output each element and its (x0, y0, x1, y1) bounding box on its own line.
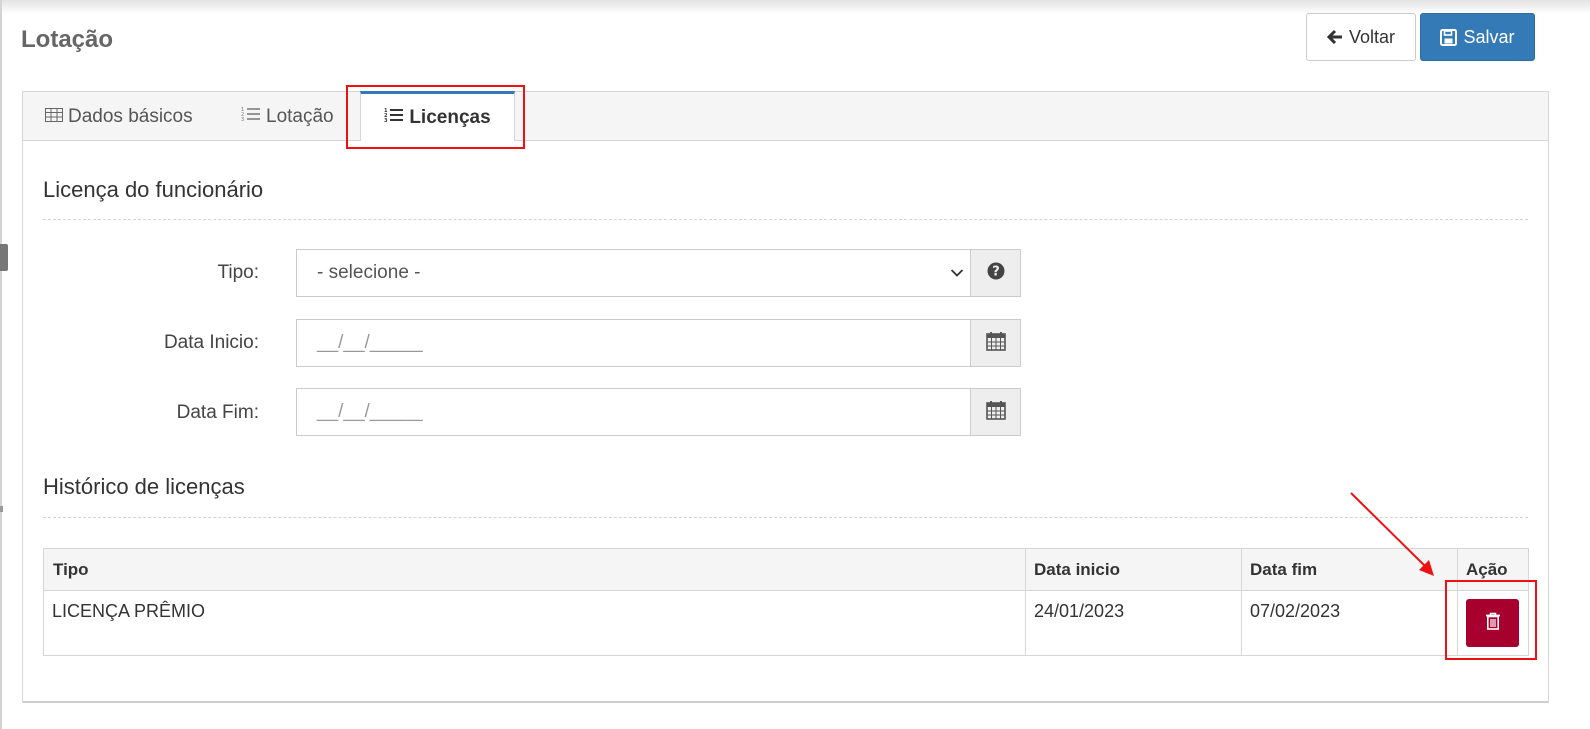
trash-icon (1485, 612, 1501, 635)
license-form-title: Licença do funcionário (43, 177, 264, 202)
question-circle-icon: ? (987, 262, 1005, 285)
data-fim-input[interactable]: __/__/_____ (296, 388, 971, 436)
svg-text:3: 3 (384, 118, 388, 123)
tab-lotacao[interactable]: 123 Lotação (241, 92, 334, 141)
floppy-disk-icon (1440, 28, 1458, 46)
delete-button[interactable] (1466, 599, 1519, 647)
calendar-icon (985, 400, 1006, 425)
history-title: Histórico de licenças (43, 474, 245, 499)
save-button-label: Salvar (1463, 26, 1515, 47)
column-header-data-inicio: Data inicio (1034, 560, 1120, 579)
left-marker (0, 506, 3, 512)
data-inicio-calendar-button[interactable] (970, 319, 1021, 367)
data-inicio-input[interactable]: __/__/_____ (296, 319, 971, 367)
calendar-icon (985, 331, 1006, 356)
column-header-acao: Ação (1466, 560, 1508, 579)
svg-text:3: 3 (241, 117, 244, 122)
section-divider (43, 517, 1528, 518)
table-icon (45, 106, 63, 128)
svg-text:?: ? (992, 264, 1000, 279)
tipo-select[interactable]: - selecione - (296, 249, 971, 297)
tipo-label: Tipo: (217, 262, 259, 283)
save-button[interactable]: Salvar (1420, 13, 1535, 61)
column-header-tipo: Tipo (53, 560, 89, 579)
section-divider (43, 219, 1528, 220)
list-ol-icon: 123 (241, 106, 261, 128)
tab-licencas[interactable]: 123 Licenças (360, 91, 515, 141)
list-ol-icon: 123 (384, 107, 404, 129)
tab-bar: Dados básicos 123 Lotação 123 Licenças (23, 91, 1548, 141)
left-border (0, 0, 2, 729)
data-inicio-mask: __/__/_____ (317, 332, 423, 353)
content-panel: Dados básicos 123 Lotação 123 Licenças L… (22, 91, 1549, 703)
table-cell-data-inicio: 24/01/2023 (1034, 601, 1125, 621)
data-fim-mask: __/__/_____ (317, 401, 423, 422)
page-title: Lotação (21, 26, 114, 53)
tab-label: Licenças (409, 106, 491, 128)
tab-dados-basicos[interactable]: Dados básicos (45, 92, 193, 141)
table-cell-tipo: LICENÇA PRÊMIO (52, 601, 206, 621)
data-fim-calendar-button[interactable] (970, 388, 1021, 436)
data-fim-label: Data Fim: (176, 402, 259, 423)
data-inicio-label: Data Inicio: (163, 332, 259, 353)
back-button-label: Voltar (1348, 26, 1396, 47)
sidebar-toggle-handle[interactable] (0, 244, 8, 271)
tipo-select-value: - selecione - (317, 262, 421, 283)
column-header-data-fim: Data fim (1250, 560, 1318, 579)
top-shadow (0, 0, 1590, 14)
back-button[interactable]: Voltar (1306, 13, 1416, 61)
help-button[interactable]: ? (970, 249, 1021, 297)
chevron-down-icon (950, 262, 964, 284)
table-cell-data-fim: 07/02/2023 (1250, 601, 1341, 621)
arrow-left-icon (1326, 29, 1343, 45)
tab-label: Dados básicos (68, 105, 193, 127)
tab-label: Lotação (266, 105, 334, 127)
history-table: Tipo Data inicio Data fim Ação LICENÇA P… (43, 548, 1529, 656)
